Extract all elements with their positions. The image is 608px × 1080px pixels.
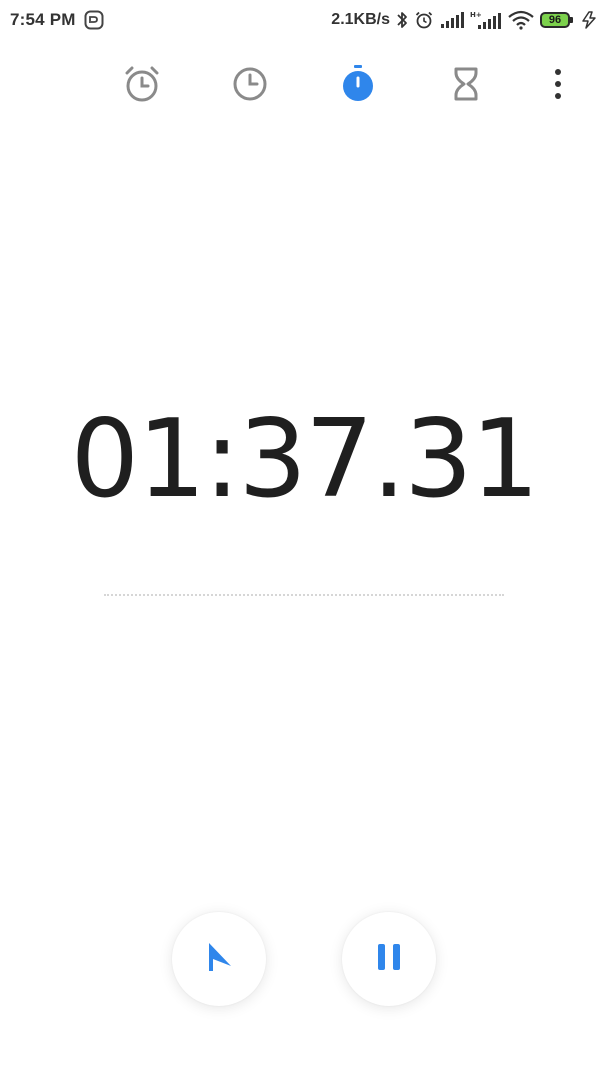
tab-alarm[interactable] (118, 62, 166, 110)
network-speed: 2.1KB/s (331, 11, 390, 28)
alarm-icon (414, 10, 434, 30)
stopwatch-icon (338, 64, 378, 109)
tab-stopwatch[interactable] (334, 62, 382, 110)
svg-text:H+: H+ (470, 11, 482, 19)
hourglass-icon (446, 64, 486, 109)
bluetooth-icon (396, 10, 408, 30)
tab-bar (0, 56, 608, 116)
charging-icon (580, 11, 598, 29)
more-vertical-icon (552, 66, 564, 107)
battery-icon: 96 (540, 12, 573, 28)
tab-world-clock[interactable] (226, 62, 274, 110)
lap-divider (104, 594, 504, 596)
status-bar: 7:54 PM 2.1KB/s H+ 96 (0, 0, 608, 40)
alarm-clock-icon (122, 64, 162, 109)
signal-icon (440, 11, 464, 29)
world-clock-icon (230, 64, 270, 109)
flag-icon (202, 940, 236, 979)
battery-level: 96 (548, 14, 562, 26)
lap-button[interactable] (172, 912, 266, 1006)
status-left: 7:54 PM (10, 10, 104, 30)
status-time: 7:54 PM (10, 10, 76, 29)
wifi-icon (508, 10, 534, 30)
status-right: 2.1KB/s H+ 96 (331, 10, 598, 30)
notification-app-icon (84, 10, 104, 30)
stopwatch-elapsed-time: 01:37.31 (70, 397, 540, 522)
signal-h-plus-icon: H+ (470, 10, 502, 30)
pause-icon (374, 941, 404, 978)
tab-timer[interactable] (442, 62, 490, 110)
more-options-button[interactable] (534, 62, 582, 110)
pause-button[interactable] (342, 912, 436, 1006)
